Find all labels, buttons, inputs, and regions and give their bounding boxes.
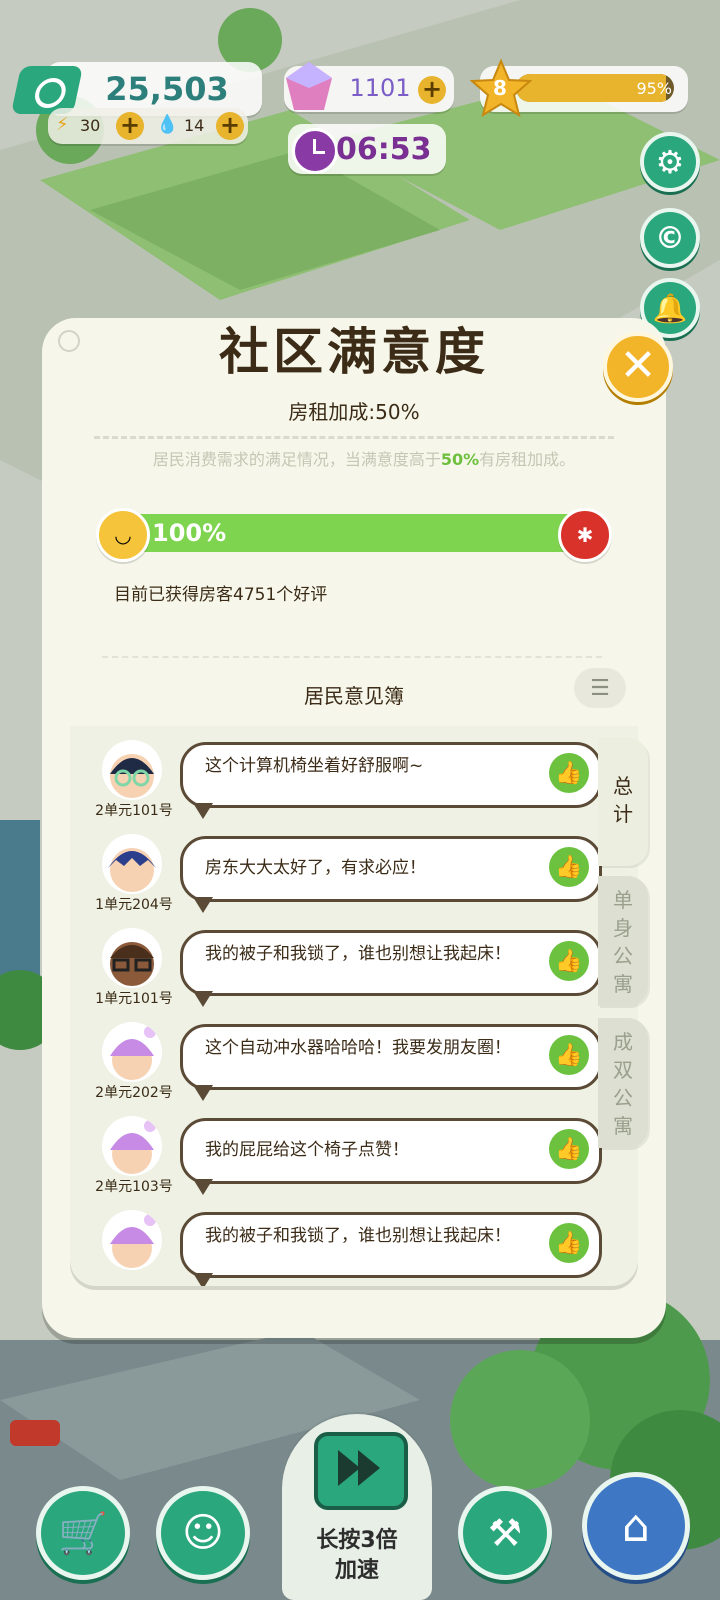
tab-single-label: 单身公寓 [613,888,633,996]
settings-button[interactable]: ⚙ [640,132,700,192]
level-number: 8 [493,76,507,100]
tools-icon: ⚒ [487,1511,523,1555]
comment-text: 我的被子和我锁了，谁也别想让我起床！ [205,1226,511,1246]
resident-avatar [102,834,162,894]
close-button[interactable]: ✕ [603,332,673,402]
divider-2 [102,656,602,658]
comment-row: 2单元101号 这个计算机椅坐着好舒服啊~ 👍 [70,734,638,828]
happy-face-icon: ◡ [96,508,150,562]
satisfaction-dialog: 社区满意度 ✕ 房租加成:50% 居民消费需求的满足情况，当满意度高于50%有房… [42,318,673,1338]
smile-icon: ☺ [182,1510,224,1556]
home-build-button[interactable]: ⌂ [582,1472,690,1580]
shop-button[interactable]: 🛒 [36,1486,130,1580]
comment-text: 我的屁屁给这个椅子点赞！ [205,1140,409,1160]
comment-row: 2单元202号 这个自动冲水器哈哈哈！我要发朋友圈！ 👍 [70,1016,638,1110]
water-value: 14 [184,116,205,135]
build-tools-button[interactable]: ⚒ [458,1486,552,1580]
thumbs-up-icon: 👍 [549,847,589,887]
room-label: 2单元202号 [95,1085,173,1101]
resident-avatar [102,1210,162,1270]
coin-c-icon: © [655,220,685,256]
gem-icon [286,62,332,110]
resident-avatar [102,740,162,800]
close-icon: ✕ [619,340,657,391]
energy-icon: ⚡ [56,114,69,135]
cash-icon [10,66,84,114]
comment-text: 这个自动冲水器哈哈哈！我要发朋友圈！ [205,1038,511,1058]
comment-bubble: 我的被子和我锁了，谁也别想让我起床！ 👍 [180,1212,602,1286]
angry-face-icon: ✱ [558,508,612,562]
description-highlight: 50% [440,450,480,469]
gear-icon: ⚙ [655,143,685,181]
comment-list[interactable]: 2单元101号 这个计算机椅坐着好舒服啊~ 👍 1单元204号 房东大大太好了，有… [70,726,638,1286]
water-drop-icon: 💧 [156,114,179,135]
tab-single-apartment[interactable]: 单身公寓 [598,876,648,1006]
tab-couple-label: 成双公寓 [613,1030,633,1138]
cart-icon: 🛒 [58,1510,108,1557]
thumbs-up-icon: 👍 [549,1223,589,1263]
tab-total-label: 总计 [613,774,633,826]
thumbs-up-icon: 👍 [549,941,589,981]
comment-text: 我的被子和我锁了，谁也别想让我起床！ [205,944,511,964]
room-label: 1单元204号 [95,897,173,913]
tab-total[interactable]: 总计 [598,738,648,866]
review-count: 目前已获得房客4751个好评 [114,585,328,605]
money-value: 25,503 [105,70,229,108]
add-water-button[interactable]: + [216,112,244,140]
tv-fast-forward-icon [314,1432,408,1510]
thumbs-up-icon: 👍 [549,753,589,793]
list-toggle-button[interactable]: ☰ [574,668,626,708]
list-icon: ☰ [590,675,610,701]
comment-bubble: 这个自动冲水器哈哈哈！我要发朋友圈！ 👍 [180,1024,602,1101]
thumbs-up-icon: 👍 [549,1129,589,1169]
comment-row: 1单元101号 我的被子和我锁了，谁也别想让我起床！ 👍 [70,922,638,1016]
coin-button[interactable]: © [640,208,700,268]
thumbs-up-icon: 👍 [549,1035,589,1075]
emotion-button[interactable]: ☺ [156,1486,250,1580]
energy-value: 30 [80,116,101,135]
add-energy-button[interactable]: + [116,112,144,140]
room-label: 2单元103号 [95,1179,173,1195]
divider [94,436,614,439]
satisfaction-bar: 100% [112,514,600,552]
comment-row: 1单元204号 房东大大太好了，有求必应！ 👍 [70,828,638,922]
satisfaction-text: 100% [152,519,227,547]
comment-row: 2单元103号 我的屁屁给这个椅子点赞！ 👍 [70,1110,638,1204]
clock-icon [292,128,338,174]
level-progress-text: 95% [636,79,672,98]
comment-bubble: 这个计算机椅坐着好舒服啊~ 👍 [180,742,602,819]
comment-bubble: 我的屁屁给这个椅子点赞！ 👍 [180,1118,602,1195]
rent-bonus: 房租加成:50% [288,400,420,424]
comment-bubble: 我的被子和我锁了，谁也别想让我起床！ 👍 [180,930,602,1007]
room-label: 2单元101号 [95,803,173,819]
resident-avatar [102,1022,162,1082]
comment-bubble: 房东大大太好了，有求必应！ 👍 [180,836,602,913]
description-text-end: 有房租加成。 [479,450,576,469]
home-build-icon: ⌂ [622,1500,650,1552]
speed-up-label: 长按3倍加速 [316,1528,398,1583]
room-label: 1单元101号 [95,991,173,1007]
comment-text: 这个计算机椅坐着好舒服啊~ [205,756,424,776]
comment-text: 房东大大太好了，有求必应！ [205,858,426,878]
add-gems-button[interactable]: + [418,76,446,104]
resident-avatar [102,1116,162,1176]
timer-value: 06:53 [336,132,432,167]
description: 居民消费需求的满足情况，当满意度高于50%有房租加成。 [94,446,634,470]
speed-up-button[interactable]: 长按3倍加速 [282,1414,432,1600]
tab-couple-apartment[interactable]: 成双公寓 [598,1018,648,1148]
gem-value: 1101 [349,74,411,102]
opinion-book-title: 居民意见簿 [304,684,404,708]
resident-avatar [102,928,162,988]
dialog-title: 社区满意度 [219,322,489,381]
description-text: 居民消费需求的满足情况，当满意度高于 [152,450,441,469]
comment-row: 我的被子和我锁了，谁也别想让我起床！ 👍 [70,1204,638,1286]
